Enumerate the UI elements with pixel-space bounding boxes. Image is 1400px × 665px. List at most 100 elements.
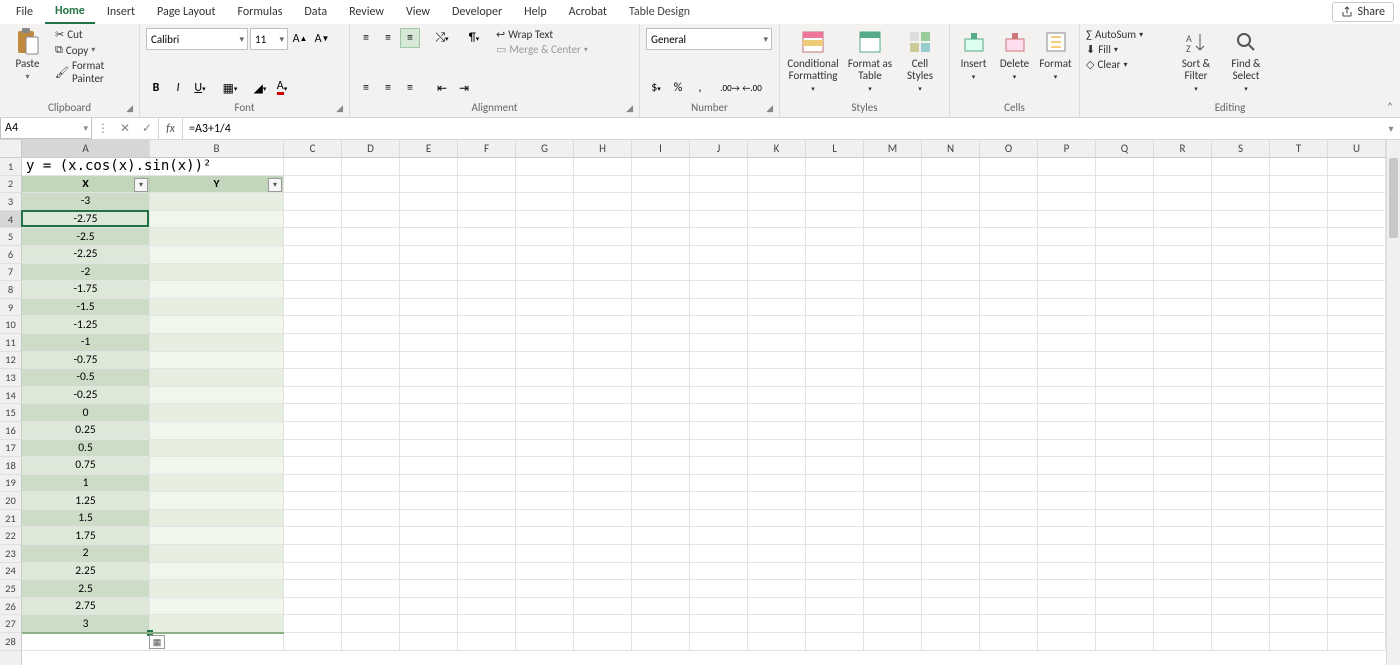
cell-S18[interactable] [1212, 457, 1270, 475]
cell-D17[interactable] [342, 440, 400, 458]
cell-N5[interactable] [922, 228, 980, 246]
cell-E2[interactable] [400, 176, 458, 194]
cell-N4[interactable] [922, 211, 980, 229]
table-cell-y-23[interactable] [150, 598, 284, 616]
comma-format-button[interactable]: , [690, 78, 710, 98]
cell-S27[interactable] [1212, 615, 1270, 633]
cell-G5[interactable] [516, 228, 574, 246]
cell-T7[interactable] [1270, 264, 1328, 282]
row-header-19[interactable]: 19 [0, 475, 21, 493]
dialog-launcher-icon[interactable]: ◢ [766, 103, 773, 114]
cell-M14[interactable] [864, 387, 922, 405]
cell-D8[interactable] [342, 281, 400, 299]
cell-Q7[interactable] [1096, 264, 1154, 282]
cell-K25[interactable] [748, 580, 806, 598]
cell-F21[interactable] [458, 510, 516, 528]
cell-K5[interactable] [748, 228, 806, 246]
cell-E7[interactable] [400, 264, 458, 282]
cell-L12[interactable] [806, 352, 864, 370]
cell-O7[interactable] [980, 264, 1038, 282]
cell-O27[interactable] [980, 615, 1038, 633]
cell-M11[interactable] [864, 334, 922, 352]
cell-Q5[interactable] [1096, 228, 1154, 246]
cell-D7[interactable] [342, 264, 400, 282]
cell-G18[interactable] [516, 457, 574, 475]
cell-P1[interactable] [1038, 158, 1096, 176]
cell-N11[interactable] [922, 334, 980, 352]
cell-E23[interactable] [400, 545, 458, 563]
cell-S17[interactable] [1212, 440, 1270, 458]
cell-N10[interactable] [922, 316, 980, 334]
cell-T6[interactable] [1270, 246, 1328, 264]
increase-decimal-button[interactable]: .00→ [720, 78, 740, 98]
cell-H24[interactable] [574, 563, 632, 581]
table-cell-x-6[interactable]: -1.5 [22, 299, 150, 317]
cell-F27[interactable] [458, 615, 516, 633]
cell-U1[interactable] [1328, 158, 1386, 176]
cell-K19[interactable] [748, 475, 806, 493]
cell-Q1[interactable] [1096, 158, 1154, 176]
cell-H19[interactable] [574, 475, 632, 493]
cell-N22[interactable] [922, 527, 980, 545]
cell-N1[interactable] [922, 158, 980, 176]
cell-U18[interactable] [1328, 457, 1386, 475]
cell-P13[interactable] [1038, 369, 1096, 387]
cell-C17[interactable] [284, 440, 342, 458]
cell-M13[interactable] [864, 369, 922, 387]
cell-K6[interactable] [748, 246, 806, 264]
cell-F8[interactable] [458, 281, 516, 299]
tab-review[interactable]: Review [339, 2, 394, 23]
cell-G15[interactable] [516, 404, 574, 422]
select-all-triangle[interactable] [0, 140, 22, 158]
row-header-4[interactable]: 4 [0, 211, 21, 229]
cell-C10[interactable] [284, 316, 342, 334]
cell-G7[interactable] [516, 264, 574, 282]
cell-K1[interactable] [748, 158, 806, 176]
column-header-Q[interactable]: Q [1096, 140, 1154, 157]
cell-F10[interactable] [458, 316, 516, 334]
cell-J21[interactable] [690, 510, 748, 528]
cell-E16[interactable] [400, 422, 458, 440]
column-header-B[interactable]: B [150, 140, 284, 157]
cell-I22[interactable] [632, 527, 690, 545]
cell-P22[interactable] [1038, 527, 1096, 545]
cell-U28[interactable] [1328, 633, 1386, 651]
cell-C23[interactable] [284, 545, 342, 563]
cell-M21[interactable] [864, 510, 922, 528]
cell-E5[interactable] [400, 228, 458, 246]
cell-F7[interactable] [458, 264, 516, 282]
cell-O22[interactable] [980, 527, 1038, 545]
row-header-26[interactable]: 26 [0, 598, 21, 616]
text-direction-button[interactable]: ¶▾ [464, 28, 484, 48]
table-cell-y-4[interactable] [150, 264, 284, 282]
cell-Q6[interactable] [1096, 246, 1154, 264]
cell-L24[interactable] [806, 563, 864, 581]
row-header-2[interactable]: 2 [0, 176, 21, 194]
cell-T9[interactable] [1270, 299, 1328, 317]
cell-C25[interactable] [284, 580, 342, 598]
paste-button[interactable]: Paste ▾ [6, 28, 49, 82]
cell-U3[interactable] [1328, 193, 1386, 211]
cell-T18[interactable] [1270, 457, 1328, 475]
cell-Q3[interactable] [1096, 193, 1154, 211]
fill-color-button[interactable]: ◢▾ [250, 78, 270, 98]
cell-C16[interactable] [284, 422, 342, 440]
cell-D21[interactable] [342, 510, 400, 528]
row-header-24[interactable]: 24 [0, 563, 21, 581]
cell-T8[interactable] [1270, 281, 1328, 299]
cell-H17[interactable] [574, 440, 632, 458]
cell-K27[interactable] [748, 615, 806, 633]
cell-Q18[interactable] [1096, 457, 1154, 475]
cell-M8[interactable] [864, 281, 922, 299]
cell-C22[interactable] [284, 527, 342, 545]
cell-E26[interactable] [400, 598, 458, 616]
cell-F14[interactable] [458, 387, 516, 405]
cell-C4[interactable] [284, 211, 342, 229]
fill-button[interactable]: ⬇ Fill ▾ [1086, 43, 1168, 56]
cell-M17[interactable] [864, 440, 922, 458]
cell-K16[interactable] [748, 422, 806, 440]
tab-view[interactable]: View [396, 2, 440, 23]
cell-O1[interactable] [980, 158, 1038, 176]
cell-H18[interactable] [574, 457, 632, 475]
cell-T17[interactable] [1270, 440, 1328, 458]
